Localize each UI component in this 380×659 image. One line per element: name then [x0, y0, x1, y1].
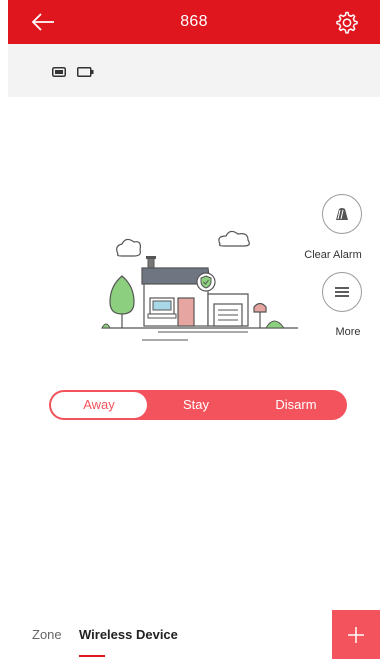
page-title: 868: [180, 13, 208, 30]
more-button[interactable]: [322, 272, 362, 312]
house-illustration: [101, 230, 298, 341]
battery-icon: [77, 67, 94, 77]
top-bar: 868: [8, 0, 380, 44]
plus-icon: [348, 626, 364, 643]
clear-alarm-label: Clear Alarm: [304, 249, 362, 261]
alarm-bell-icon: [336, 208, 348, 220]
mode-away[interactable]: Away: [51, 392, 147, 418]
clear-alarm-button[interactable]: [322, 194, 362, 234]
gear-icon[interactable]: [334, 10, 358, 34]
tab-wireless-device[interactable]: Wireless Device: [79, 627, 178, 642]
tab-zone[interactable]: Zone: [32, 627, 62, 642]
mode-disarm[interactable]: Disarm: [245, 390, 347, 420]
arming-mode-selector: Away Stay Disarm: [49, 390, 347, 420]
more-label: More: [335, 326, 361, 338]
card-reader-icon: [52, 67, 66, 77]
add-button[interactable]: [332, 610, 380, 659]
menu-icon: [335, 287, 349, 297]
mode-stay[interactable]: Stay: [147, 390, 245, 420]
device-status-bar: [8, 44, 380, 97]
active-tab-indicator: [79, 655, 105, 657]
